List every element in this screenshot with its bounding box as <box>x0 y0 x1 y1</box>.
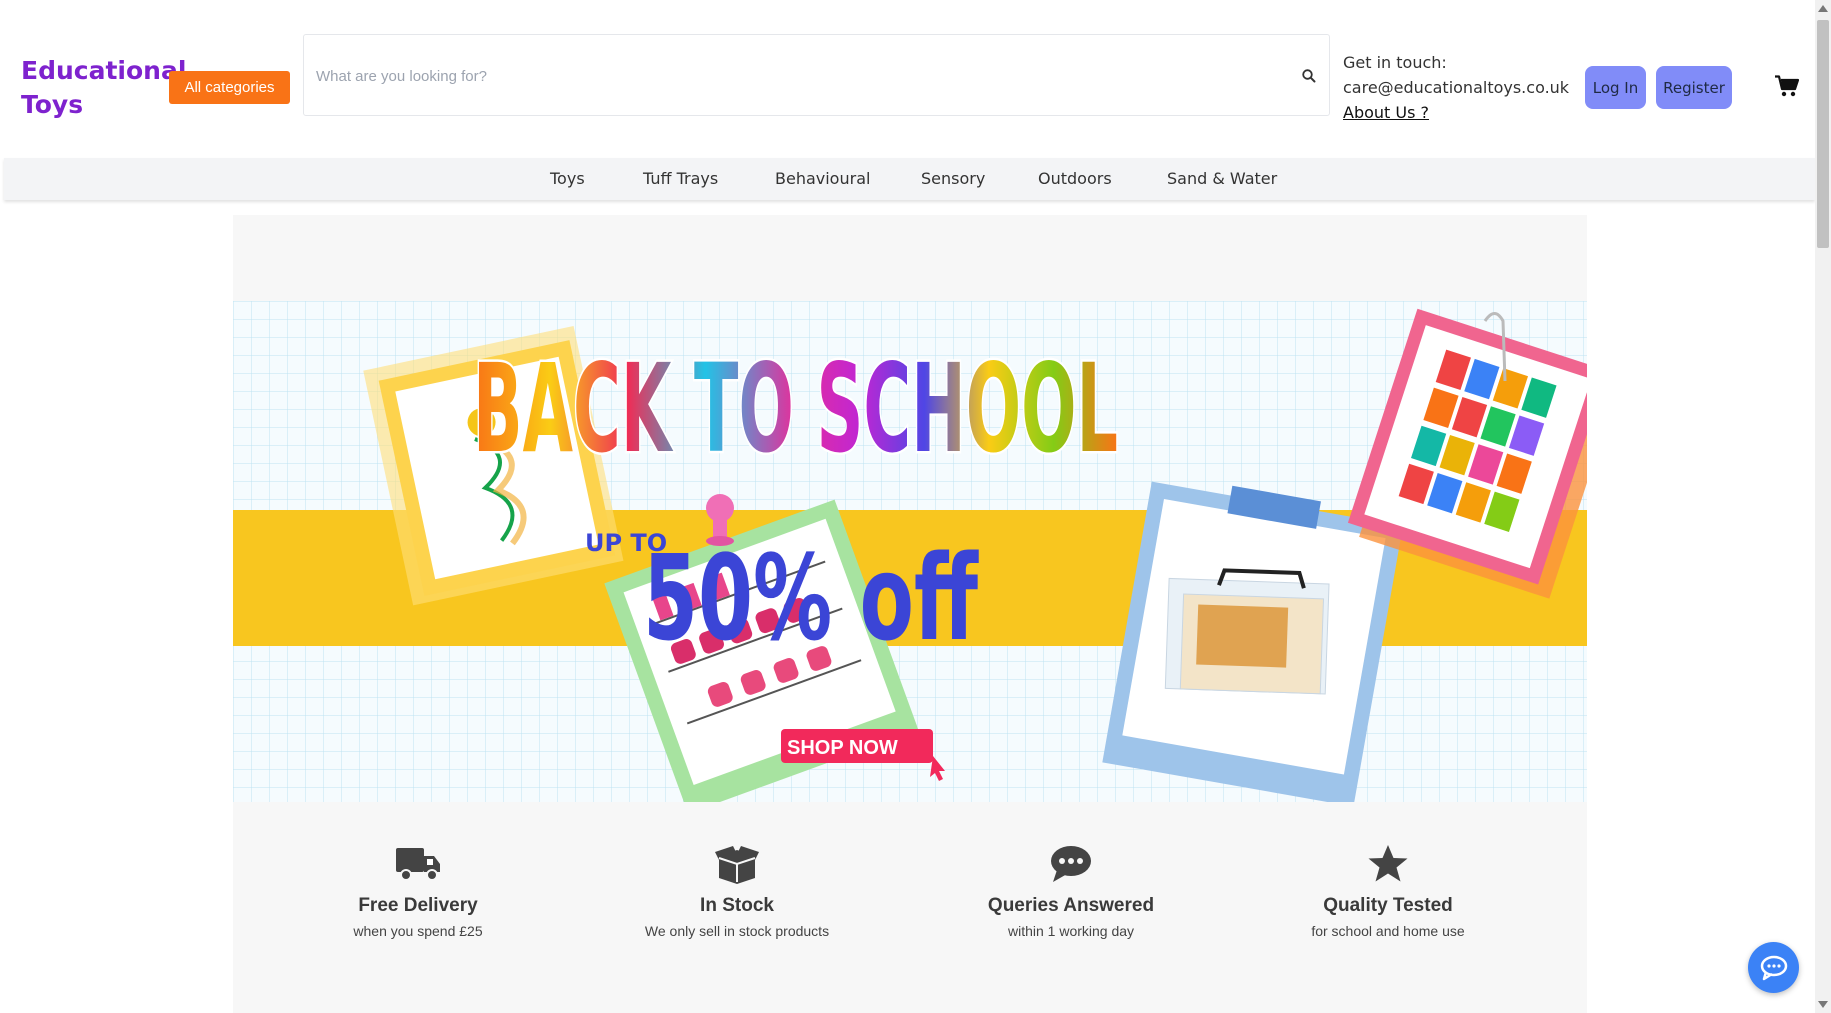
nav-item-outdoors[interactable]: Outdoors <box>1038 169 1112 188</box>
feature-subtitle: We only sell in stock products <box>644 923 830 939</box>
truck-icon <box>396 848 440 881</box>
feature-title: Free Delivery <box>358 895 478 916</box>
feature-in-stock: In Stock We only sell in stock products <box>587 844 887 939</box>
search-bar <box>303 34 1330 116</box>
banner-promo: 50% off <box>643 529 979 667</box>
register-button[interactable]: Register <box>1656 66 1732 109</box>
feature-title: In Stock <box>700 895 774 916</box>
feature-title: Quality Tested <box>1323 895 1453 916</box>
feature-queries-answered: Queries Answered within 1 working day <box>921 844 1221 939</box>
site-header: Educational Toys All categories Get in t… <box>0 0 1815 158</box>
chat-bubble-icon <box>1051 846 1091 882</box>
nav-item-sand-water[interactable]: Sand & Water <box>1167 169 1277 188</box>
feature-subtitle: for school and home use <box>1311 923 1465 939</box>
cart-icon[interactable] <box>1775 75 1799 97</box>
banner-graphic: BACK TO SCHOOL UP TO 50% off SHOP NOW <box>233 301 1587 802</box>
chat-icon <box>1760 955 1787 980</box>
chat-widget-button[interactable] <box>1748 942 1799 993</box>
page: Educational Toys All categories Get in t… <box>0 0 1831 1013</box>
category-nav: Toys Tuff Trays Behavioural Sensory Outd… <box>4 158 1815 200</box>
feature-title: Queries Answered <box>987 895 1155 916</box>
nav-item-tuff-trays[interactable]: Tuff Trays <box>643 169 718 188</box>
site-logo[interactable]: Educational Toys <box>21 54 186 122</box>
feature-subtitle: within 1 working day <box>1007 923 1135 939</box>
main-content: BACK TO SCHOOL UP TO 50% off SHOP NOW Fr… <box>233 215 1587 1013</box>
star-icon <box>1368 845 1408 882</box>
about-us-link[interactable]: About Us ? <box>1343 100 1569 125</box>
search-icon[interactable] <box>1301 68 1317 84</box>
nav-item-toys[interactable]: Toys <box>550 169 585 188</box>
banner-headline: BACK TO SCHOOL <box>473 338 1118 480</box>
feature-subtitle: when you spend £25 <box>353 923 483 939</box>
promo-banner[interactable]: BACK TO SCHOOL UP TO 50% off SHOP NOW <box>233 301 1587 802</box>
scroll-thumb[interactable] <box>1817 20 1829 248</box>
login-button[interactable]: Log In <box>1585 66 1646 109</box>
box-icon <box>715 846 759 884</box>
nav-item-sensory[interactable]: Sensory <box>921 169 985 188</box>
contact-label: Get in touch: <box>1343 53 1447 72</box>
banner-shop-now: SHOP NOW <box>787 737 898 759</box>
page-scrollbar[interactable] <box>1815 0 1831 1013</box>
contact-email[interactable]: care@educationaltoys.co.uk <box>1343 75 1569 100</box>
feature-free-delivery: Free Delivery when you spend £25 <box>268 844 568 939</box>
contact-info: Get in touch: care@educationaltoys.co.uk… <box>1343 50 1569 125</box>
all-categories-button[interactable]: All categories <box>169 71 290 104</box>
feature-quality-tested: Quality Tested for school and home use <box>1238 844 1538 939</box>
scroll-down-arrow[interactable] <box>1818 1001 1828 1008</box>
nav-item-behavioural[interactable]: Behavioural <box>775 169 870 188</box>
search-input[interactable] <box>316 65 1276 87</box>
scroll-up-arrow[interactable] <box>1818 5 1828 12</box>
